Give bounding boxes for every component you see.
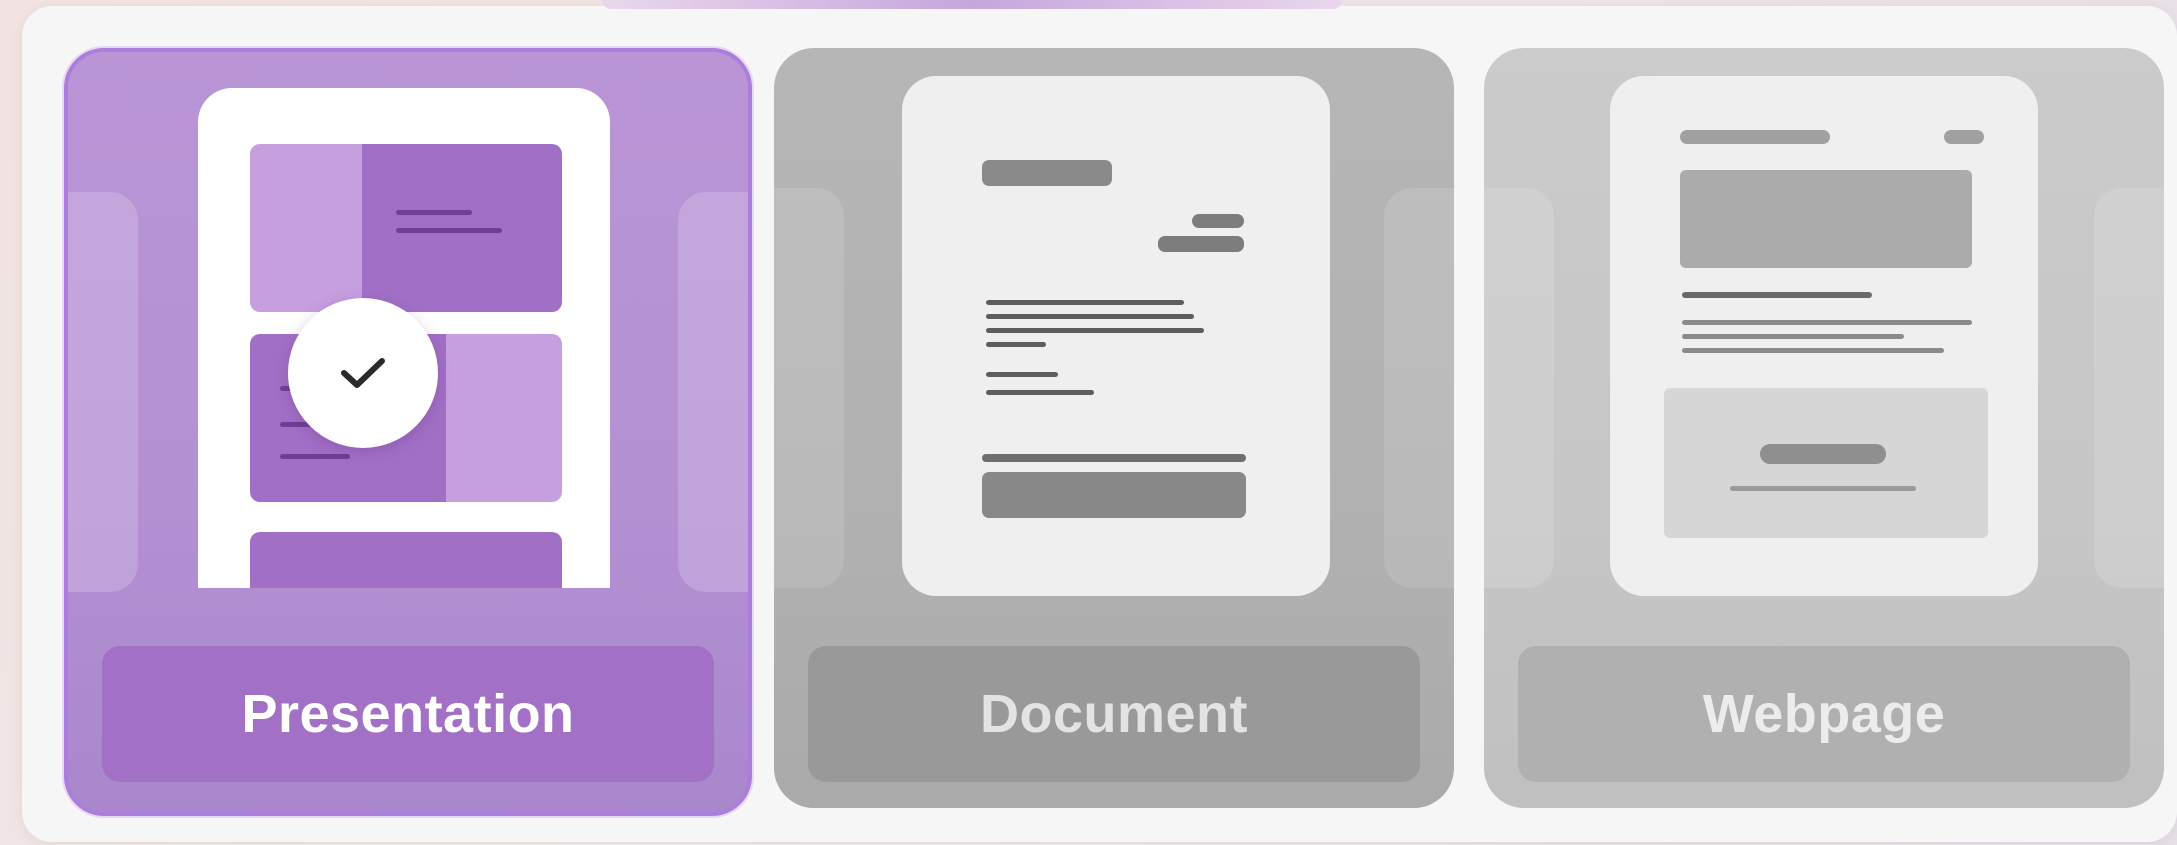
option-label: Document xyxy=(808,646,1420,782)
decorative-blob xyxy=(68,192,138,592)
option-label: Presentation xyxy=(102,646,714,782)
webpage-option-card[interactable]: Webpage xyxy=(1484,48,2164,808)
document-option-card[interactable]: Document xyxy=(774,48,1454,808)
decorative-blob xyxy=(1484,188,1554,588)
decorative-blob xyxy=(1384,188,1454,588)
slide-thumbnail xyxy=(250,144,562,312)
option-label: Webpage xyxy=(1518,646,2130,782)
panel-top-accent xyxy=(602,0,1342,9)
decorative-blob xyxy=(774,188,844,588)
presentation-option-card[interactable]: Presentation xyxy=(64,48,752,816)
slide-thumbnail xyxy=(250,532,562,588)
document-thumbnail xyxy=(902,76,1330,596)
decorative-blob xyxy=(678,192,748,592)
checkmark-icon xyxy=(341,358,385,388)
webpage-thumbnail xyxy=(1610,76,2038,596)
selected-check-badge xyxy=(288,298,438,448)
decorative-blob xyxy=(2094,188,2164,588)
